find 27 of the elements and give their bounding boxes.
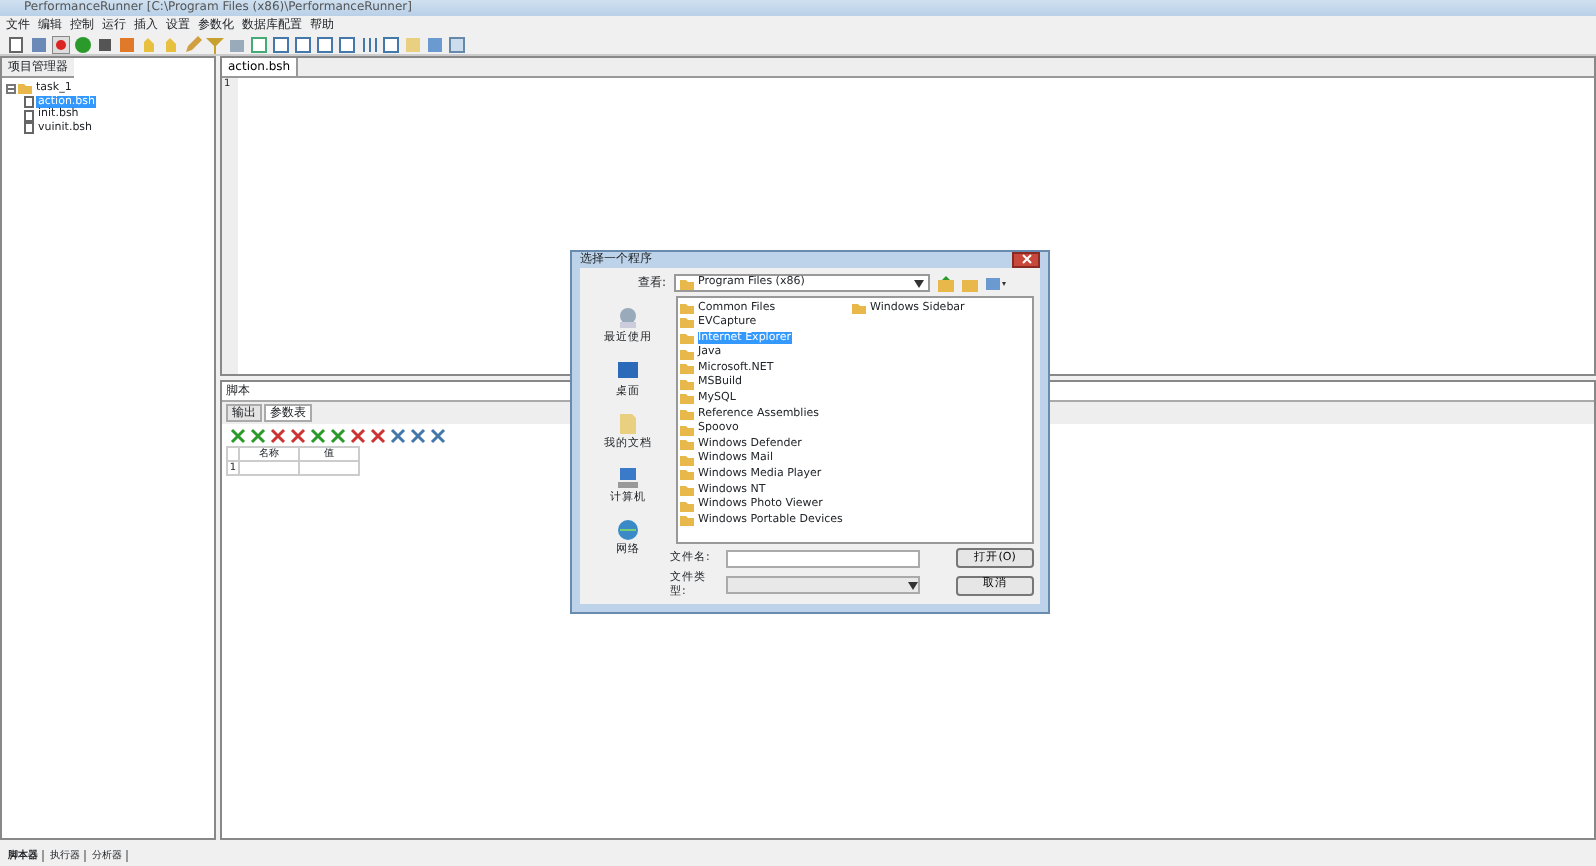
up-folder-icon[interactable] [938,275,955,291]
caret-icon [908,581,919,590]
cross-icon[interactable] [350,427,366,444]
cross-icon[interactable] [290,427,306,444]
caret-icon [914,279,925,287]
table-cell[interactable] [239,461,299,476]
desktop-icon [616,359,640,384]
record-icon[interactable] [52,35,70,53]
columns-icon[interactable] [360,35,378,53]
filetype-dropdown[interactable] [726,576,921,595]
close-icon [1021,254,1031,264]
close-button[interactable] [1012,252,1040,268]
recent-icon [616,306,640,330]
stop-icon[interactable] [96,35,114,53]
funnel-icon[interactable] [206,35,224,53]
document-icon[interactable] [8,35,26,53]
play-icon[interactable] [74,35,92,53]
cross-icon[interactable] [270,427,286,444]
network-icon [616,518,640,543]
expander-icon[interactable] [6,83,16,94]
cross-icon[interactable] [370,427,386,444]
folder-icon [852,301,866,314]
computer-icon [616,465,640,490]
documents-icon [616,412,640,437]
filename-field[interactable] [726,549,921,567]
table-cell[interactable] [299,461,359,476]
view-menu-icon[interactable] [986,275,1007,291]
